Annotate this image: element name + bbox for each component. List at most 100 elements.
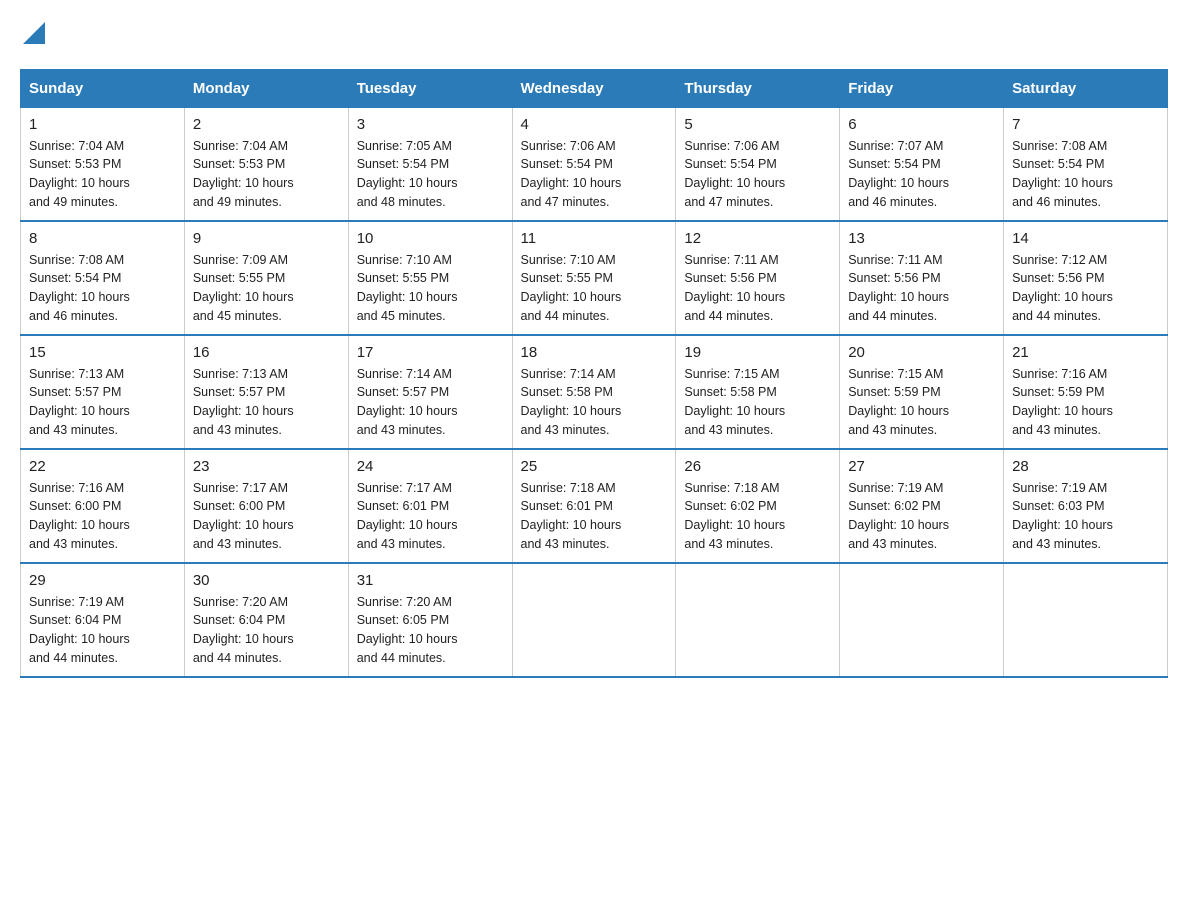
calendar-cell: 29 Sunrise: 7:19 AMSunset: 6:04 PMDaylig… bbox=[21, 563, 185, 677]
day-number: 15 bbox=[29, 344, 176, 361]
calendar-cell: 13 Sunrise: 7:11 AMSunset: 5:56 PMDaylig… bbox=[840, 221, 1004, 335]
day-number: 9 bbox=[193, 230, 340, 247]
calendar-cell: 18 Sunrise: 7:14 AMSunset: 5:58 PMDaylig… bbox=[512, 335, 676, 449]
calendar-cell: 30 Sunrise: 7:20 AMSunset: 6:04 PMDaylig… bbox=[184, 563, 348, 677]
day-number: 22 bbox=[29, 458, 176, 475]
day-info: Sunrise: 7:20 AMSunset: 6:05 PMDaylight:… bbox=[357, 593, 504, 668]
calendar-cell bbox=[676, 563, 840, 677]
day-number: 13 bbox=[848, 230, 995, 247]
day-number: 3 bbox=[357, 116, 504, 133]
calendar-cell bbox=[512, 563, 676, 677]
day-info: Sunrise: 7:18 AMSunset: 6:01 PMDaylight:… bbox=[521, 479, 668, 554]
day-info: Sunrise: 7:14 AMSunset: 5:57 PMDaylight:… bbox=[357, 365, 504, 440]
day-number: 5 bbox=[684, 116, 831, 133]
day-info: Sunrise: 7:13 AMSunset: 5:57 PMDaylight:… bbox=[193, 365, 340, 440]
day-number: 10 bbox=[357, 230, 504, 247]
day-number: 24 bbox=[357, 458, 504, 475]
day-number: 7 bbox=[1012, 116, 1159, 133]
day-number: 30 bbox=[193, 572, 340, 589]
calendar-cell: 24 Sunrise: 7:17 AMSunset: 6:01 PMDaylig… bbox=[348, 449, 512, 563]
header-friday: Friday bbox=[840, 69, 1004, 107]
day-info: Sunrise: 7:08 AMSunset: 5:54 PMDaylight:… bbox=[1012, 137, 1159, 212]
day-number: 2 bbox=[193, 116, 340, 133]
day-number: 11 bbox=[521, 230, 668, 247]
calendar-cell: 7 Sunrise: 7:08 AMSunset: 5:54 PMDayligh… bbox=[1004, 107, 1168, 221]
calendar-header-row: SundayMondayTuesdayWednesdayThursdayFrid… bbox=[21, 69, 1168, 107]
week-row-1: 1 Sunrise: 7:04 AMSunset: 5:53 PMDayligh… bbox=[21, 107, 1168, 221]
day-info: Sunrise: 7:20 AMSunset: 6:04 PMDaylight:… bbox=[193, 593, 340, 668]
day-number: 25 bbox=[521, 458, 668, 475]
calendar-cell: 23 Sunrise: 7:17 AMSunset: 6:00 PMDaylig… bbox=[184, 449, 348, 563]
calendar-cell: 4 Sunrise: 7:06 AMSunset: 5:54 PMDayligh… bbox=[512, 107, 676, 221]
calendar-cell bbox=[1004, 563, 1168, 677]
week-row-5: 29 Sunrise: 7:19 AMSunset: 6:04 PMDaylig… bbox=[21, 563, 1168, 677]
week-row-4: 22 Sunrise: 7:16 AMSunset: 6:00 PMDaylig… bbox=[21, 449, 1168, 563]
day-number: 20 bbox=[848, 344, 995, 361]
header-wednesday: Wednesday bbox=[512, 69, 676, 107]
day-info: Sunrise: 7:17 AMSunset: 6:00 PMDaylight:… bbox=[193, 479, 340, 554]
day-info: Sunrise: 7:18 AMSunset: 6:02 PMDaylight:… bbox=[684, 479, 831, 554]
day-info: Sunrise: 7:19 AMSunset: 6:04 PMDaylight:… bbox=[29, 593, 176, 668]
calendar-cell: 3 Sunrise: 7:05 AMSunset: 5:54 PMDayligh… bbox=[348, 107, 512, 221]
day-info: Sunrise: 7:04 AMSunset: 5:53 PMDaylight:… bbox=[29, 137, 176, 212]
day-number: 23 bbox=[193, 458, 340, 475]
day-info: Sunrise: 7:14 AMSunset: 5:58 PMDaylight:… bbox=[521, 365, 668, 440]
day-info: Sunrise: 7:16 AMSunset: 5:59 PMDaylight:… bbox=[1012, 365, 1159, 440]
header-sunday: Sunday bbox=[21, 69, 185, 107]
header-thursday: Thursday bbox=[676, 69, 840, 107]
calendar-cell bbox=[840, 563, 1004, 677]
calendar-cell: 16 Sunrise: 7:13 AMSunset: 5:57 PMDaylig… bbox=[184, 335, 348, 449]
day-info: Sunrise: 7:04 AMSunset: 5:53 PMDaylight:… bbox=[193, 137, 340, 212]
day-info: Sunrise: 7:05 AMSunset: 5:54 PMDaylight:… bbox=[357, 137, 504, 212]
calendar-cell: 6 Sunrise: 7:07 AMSunset: 5:54 PMDayligh… bbox=[840, 107, 1004, 221]
day-info: Sunrise: 7:06 AMSunset: 5:54 PMDaylight:… bbox=[684, 137, 831, 212]
day-number: 26 bbox=[684, 458, 831, 475]
calendar-cell: 1 Sunrise: 7:04 AMSunset: 5:53 PMDayligh… bbox=[21, 107, 185, 221]
calendar-cell: 21 Sunrise: 7:16 AMSunset: 5:59 PMDaylig… bbox=[1004, 335, 1168, 449]
day-info: Sunrise: 7:11 AMSunset: 5:56 PMDaylight:… bbox=[684, 251, 831, 326]
day-info: Sunrise: 7:15 AMSunset: 5:58 PMDaylight:… bbox=[684, 365, 831, 440]
day-info: Sunrise: 7:19 AMSunset: 6:02 PMDaylight:… bbox=[848, 479, 995, 554]
calendar-cell: 25 Sunrise: 7:18 AMSunset: 6:01 PMDaylig… bbox=[512, 449, 676, 563]
logo-triangle-icon bbox=[23, 22, 45, 44]
calendar-cell: 11 Sunrise: 7:10 AMSunset: 5:55 PMDaylig… bbox=[512, 221, 676, 335]
calendar-cell: 20 Sunrise: 7:15 AMSunset: 5:59 PMDaylig… bbox=[840, 335, 1004, 449]
calendar-cell: 22 Sunrise: 7:16 AMSunset: 6:00 PMDaylig… bbox=[21, 449, 185, 563]
day-number: 27 bbox=[848, 458, 995, 475]
calendar-cell: 2 Sunrise: 7:04 AMSunset: 5:53 PMDayligh… bbox=[184, 107, 348, 221]
day-info: Sunrise: 7:12 AMSunset: 5:56 PMDaylight:… bbox=[1012, 251, 1159, 326]
day-number: 1 bbox=[29, 116, 176, 133]
day-number: 6 bbox=[848, 116, 995, 133]
day-info: Sunrise: 7:10 AMSunset: 5:55 PMDaylight:… bbox=[357, 251, 504, 326]
logo bbox=[20, 20, 45, 49]
day-number: 4 bbox=[521, 116, 668, 133]
day-info: Sunrise: 7:11 AMSunset: 5:56 PMDaylight:… bbox=[848, 251, 995, 326]
header-monday: Monday bbox=[184, 69, 348, 107]
day-info: Sunrise: 7:10 AMSunset: 5:55 PMDaylight:… bbox=[521, 251, 668, 326]
header-saturday: Saturday bbox=[1004, 69, 1168, 107]
day-info: Sunrise: 7:15 AMSunset: 5:59 PMDaylight:… bbox=[848, 365, 995, 440]
day-number: 31 bbox=[357, 572, 504, 589]
calendar-cell: 5 Sunrise: 7:06 AMSunset: 5:54 PMDayligh… bbox=[676, 107, 840, 221]
calendar-cell: 12 Sunrise: 7:11 AMSunset: 5:56 PMDaylig… bbox=[676, 221, 840, 335]
day-info: Sunrise: 7:06 AMSunset: 5:54 PMDaylight:… bbox=[521, 137, 668, 212]
calendar-cell: 28 Sunrise: 7:19 AMSunset: 6:03 PMDaylig… bbox=[1004, 449, 1168, 563]
day-number: 19 bbox=[684, 344, 831, 361]
week-row-3: 15 Sunrise: 7:13 AMSunset: 5:57 PMDaylig… bbox=[21, 335, 1168, 449]
page-header bbox=[20, 20, 1168, 49]
day-number: 16 bbox=[193, 344, 340, 361]
day-number: 8 bbox=[29, 230, 176, 247]
day-info: Sunrise: 7:19 AMSunset: 6:03 PMDaylight:… bbox=[1012, 479, 1159, 554]
day-number: 18 bbox=[521, 344, 668, 361]
calendar-cell: 17 Sunrise: 7:14 AMSunset: 5:57 PMDaylig… bbox=[348, 335, 512, 449]
day-number: 28 bbox=[1012, 458, 1159, 475]
day-info: Sunrise: 7:13 AMSunset: 5:57 PMDaylight:… bbox=[29, 365, 176, 440]
day-number: 14 bbox=[1012, 230, 1159, 247]
calendar-cell: 19 Sunrise: 7:15 AMSunset: 5:58 PMDaylig… bbox=[676, 335, 840, 449]
calendar-cell: 14 Sunrise: 7:12 AMSunset: 5:56 PMDaylig… bbox=[1004, 221, 1168, 335]
calendar-cell: 9 Sunrise: 7:09 AMSunset: 5:55 PMDayligh… bbox=[184, 221, 348, 335]
day-number: 12 bbox=[684, 230, 831, 247]
day-info: Sunrise: 7:17 AMSunset: 6:01 PMDaylight:… bbox=[357, 479, 504, 554]
calendar-cell: 15 Sunrise: 7:13 AMSunset: 5:57 PMDaylig… bbox=[21, 335, 185, 449]
day-info: Sunrise: 7:16 AMSunset: 6:00 PMDaylight:… bbox=[29, 479, 176, 554]
